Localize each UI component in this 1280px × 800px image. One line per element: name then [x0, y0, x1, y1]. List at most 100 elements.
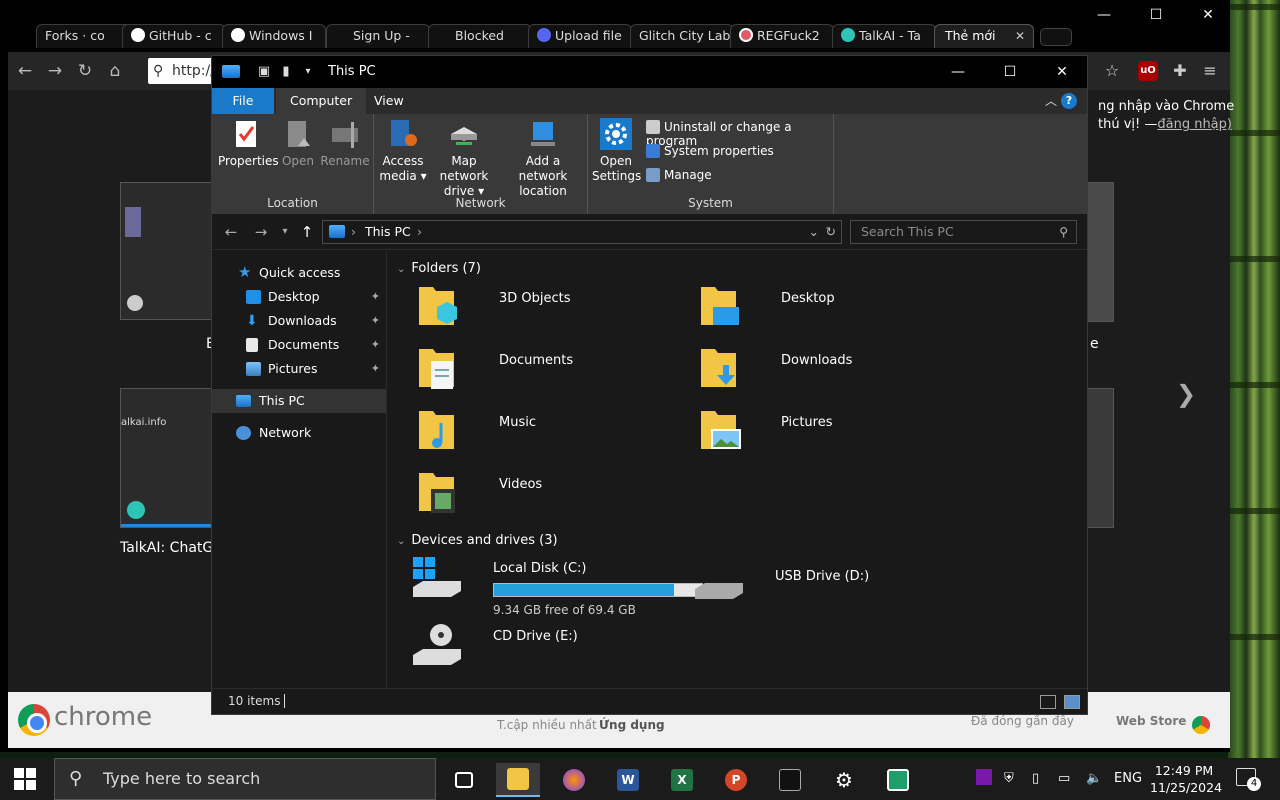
breadcrumb[interactable]: This PC	[365, 224, 411, 239]
ublock-icon[interactable]: uO	[1138, 61, 1158, 81]
forward-icon[interactable]: →	[250, 222, 272, 242]
pin-icon[interactable]: ✦	[371, 357, 380, 381]
reload-icon[interactable]: ↻	[74, 60, 96, 82]
web-store-icon[interactable]	[1192, 716, 1210, 734]
most-visited-thumbnail[interactable]	[1086, 388, 1114, 528]
devices-group-header[interactable]: ⌄ Devices and drives (3)	[397, 533, 558, 548]
start-button[interactable]	[14, 768, 36, 790]
open-settings-button[interactable]: Open Settings	[592, 118, 641, 184]
onenote-tray-icon[interactable]	[976, 758, 992, 800]
nav-item-desktop[interactable]: Desktop ✦	[212, 285, 386, 309]
nav-item-this-pc[interactable]: This PC	[212, 389, 386, 413]
nav-item-network[interactable]: Network	[212, 421, 386, 445]
folder-pictures[interactable]: Pictures	[699, 405, 959, 461]
next-page-icon[interactable]: ❯	[1176, 380, 1196, 408]
browser-tab[interactable]: Upload file	[528, 24, 632, 48]
browser-tab-active[interactable]: Thẻ mới ✕	[934, 24, 1034, 48]
extensions-icon[interactable]: ✚	[1168, 59, 1192, 83]
large-icons-view-icon[interactable]	[1064, 695, 1080, 709]
tab-view[interactable]: View	[360, 88, 418, 114]
drive-local-disk-c[interactable]: Local Disk (C:) 9.34 GB free of 69.4 GB	[411, 553, 711, 619]
taskbar-search-input[interactable]: ⚲ Type here to search	[54, 758, 436, 800]
apps-link[interactable]: Ứng dụng	[599, 718, 665, 732]
clock[interactable]: 12:49 PM 11/25/2024	[1150, 762, 1222, 796]
minimize-icon[interactable]: —	[935, 60, 981, 84]
properties-button[interactable]: Properties	[218, 118, 279, 169]
drive-usb-d[interactable]: USB Drive (D:)	[693, 553, 953, 619]
maximize-icon[interactable]: ☐	[1136, 4, 1176, 26]
browser-tab[interactable]: Glitch City Lab	[630, 24, 734, 48]
most-visited-thumbnail[interactable]	[120, 182, 212, 320]
folder-downloads[interactable]: Downloads	[699, 343, 959, 399]
most-visited-link[interactable]: T.cập nhiều nhất	[497, 718, 597, 732]
folders-group-header[interactable]: ⌄ Folders (7)	[397, 261, 481, 276]
signin-link[interactable]: đăng nhập)	[1157, 117, 1232, 132]
folder-desktop[interactable]: Desktop	[699, 281, 959, 337]
most-visited-thumbnail[interactable]: alkai.info	[120, 388, 212, 528]
nav-item-quick-access[interactable]: ★ Quick access	[212, 261, 386, 285]
maximize-icon[interactable]: ☐	[987, 60, 1033, 84]
nav-item-downloads[interactable]: ⬇ Downloads ✦	[212, 309, 386, 333]
rename-button[interactable]: Rename	[320, 118, 370, 169]
powerpoint-icon[interactable]: P	[714, 763, 758, 797]
menu-icon[interactable]: ≡	[1198, 59, 1222, 83]
new-tab-button[interactable]	[1040, 28, 1072, 46]
map-network-drive-button[interactable]: Map network drive ▾	[428, 118, 500, 199]
file-explorer-icon[interactable]	[496, 763, 540, 797]
most-visited-thumbnail[interactable]	[1086, 182, 1114, 322]
close-tab-icon[interactable]: ✕	[1015, 25, 1025, 47]
manage-button[interactable]: Manage	[646, 168, 712, 182]
browser-tab[interactable]: Sign Up -	[326, 24, 430, 48]
tab-file[interactable]: File	[212, 88, 274, 114]
new-folder-qat-icon[interactable]: ▮	[278, 64, 294, 80]
refresh-icon[interactable]: ↻	[826, 221, 836, 243]
usb-tray-icon[interactable]: ▯	[1032, 758, 1039, 800]
recently-closed-link[interactable]: Đã đóng gần đây	[971, 714, 1074, 728]
add-network-location-button[interactable]: Add a network location	[502, 118, 584, 199]
browser-tab[interactable]: TalkAI - Ta	[832, 24, 936, 48]
back-icon[interactable]: ←	[220, 222, 242, 242]
terminal-icon[interactable]	[768, 763, 812, 797]
notification-center-icon[interactable]: 4	[1236, 768, 1261, 791]
folder-3d-objects[interactable]: 3D Objects	[417, 281, 677, 337]
folder-videos[interactable]: Videos	[417, 467, 677, 523]
open-button[interactable]: Open	[278, 118, 318, 169]
address-bar[interactable]: › This PC › ⌄ ↻	[322, 220, 842, 244]
excel-icon[interactable]: X	[660, 763, 704, 797]
folder-documents[interactable]: Documents	[417, 343, 677, 399]
pin-icon[interactable]: ✦	[371, 285, 380, 309]
word-icon[interactable]: W	[606, 763, 650, 797]
language-indicator[interactable]: ENG	[1114, 758, 1142, 800]
web-store-link[interactable]: Web Store	[1116, 714, 1186, 728]
drive-cd-e[interactable]: CD Drive (E:)	[411, 621, 671, 677]
browser-tab[interactable]: REGFuck2	[730, 24, 834, 48]
home-icon[interactable]: ⌂	[104, 60, 126, 82]
browser-tab[interactable]: Windows I	[222, 24, 326, 48]
settings-gear-icon[interactable]: ⚙	[822, 763, 866, 797]
help-icon[interactable]: ?	[1061, 93, 1077, 109]
forward-icon[interactable]: →	[44, 60, 66, 82]
details-view-icon[interactable]	[1040, 695, 1056, 709]
recent-locations-icon[interactable]: ▾	[274, 222, 296, 242]
customize-qat-icon[interactable]: ▾	[300, 64, 316, 80]
task-view-icon[interactable]	[442, 763, 486, 797]
minimize-icon[interactable]: —	[1084, 4, 1124, 26]
system-properties-button[interactable]: System properties	[646, 144, 774, 158]
security-tray-icon[interactable]: ⛨	[1004, 758, 1014, 800]
pin-icon[interactable]: ✦	[371, 309, 380, 333]
network-tray-icon[interactable]: ▭	[1058, 758, 1070, 800]
firefox-icon[interactable]	[552, 763, 596, 797]
up-icon[interactable]: ↑	[296, 222, 318, 242]
search-input[interactable]: Search This PC ⚲	[850, 220, 1077, 244]
app-window-icon[interactable]	[876, 763, 920, 797]
pin-icon[interactable]: ✦	[371, 333, 380, 357]
back-icon[interactable]: ←	[14, 60, 36, 82]
nav-item-documents[interactable]: Documents ✦	[212, 333, 386, 357]
star-icon[interactable]: ☆	[1100, 59, 1124, 83]
browser-tab[interactable]: Blocked	[428, 24, 532, 48]
access-media-button[interactable]: Access media ▾	[378, 118, 428, 184]
tab-computer[interactable]: Computer	[276, 88, 367, 114]
close-icon[interactable]: ✕	[1188, 4, 1228, 26]
nav-item-pictures[interactable]: Pictures ✦	[212, 357, 386, 381]
chevron-down-icon[interactable]: ⌄	[809, 221, 819, 243]
